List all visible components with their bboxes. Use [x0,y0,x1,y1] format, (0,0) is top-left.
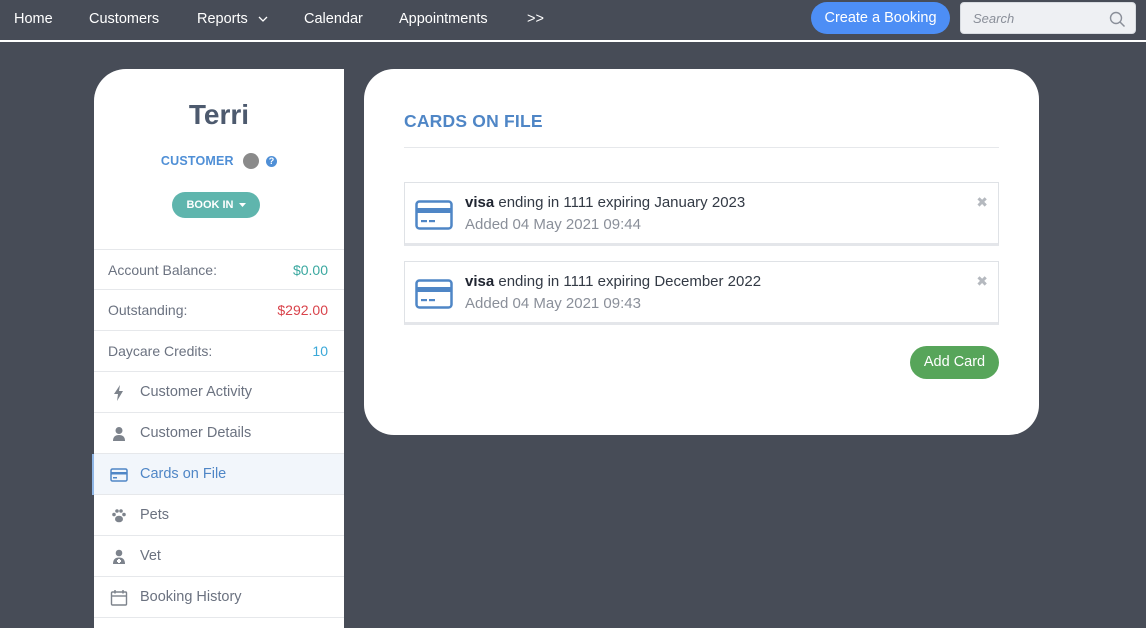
sidebar-item-vet[interactable]: Vet [94,536,344,577]
account-balance-row: Account Balance: $0.00 [94,249,344,290]
create-booking-button[interactable]: Create a Booking [811,2,950,34]
book-in-label: BOOK IN [186,199,234,211]
card-details: ending in 1111 expiring December 2022 [494,273,762,290]
card-added-date: Added 04 May 2021 09:44 [465,216,641,233]
user-icon [113,427,125,441]
search-box [960,2,1136,34]
sidebar-item-customer-activity[interactable]: Customer Activity [94,372,344,413]
nav-more[interactable]: >> [527,0,544,38]
customer-name: Terri [188,99,250,130]
title-divider [404,147,999,148]
account-balance-label: Account Balance: [108,262,217,278]
sidebar-item-booking-history[interactable]: Booking History [94,577,344,618]
chevron-down-icon [258,16,268,23]
account-balance-value: $0.00 [292,262,328,278]
outstanding-label: Outstanding: [108,302,188,318]
search-input[interactable] [961,3,1106,33]
outstanding-row: Outstanding: $292.00 [94,290,344,331]
card-list-item: visa ending in 1111 expiring December 20… [404,261,999,325]
sidebar-item-cards-on-file[interactable]: Cards on File [94,454,344,495]
customer-role-row: CUSTOMER ? [94,153,344,169]
customer-sidebar: Terri CUSTOMER ? BOOK IN Account Balance… [94,69,344,628]
caret-down-icon [238,203,246,208]
sidebar-item-label: Customer Activity [140,384,252,400]
credit-card-icon [110,468,128,482]
card-brand: visa [465,194,495,211]
card-details: ending in 1111 expiring January 2023 [494,194,746,211]
remove-card-icon[interactable]: ✖ [976,273,988,290]
card-list-item: visa ending in 1111 expiring January 202… [404,182,999,246]
credit-card-icon [415,200,453,230]
daycare-credits-row: Daycare Credits: 10 [94,331,344,372]
card-brand: visa [465,273,495,290]
add-card-button[interactable]: Add Card [910,346,999,379]
sidebar-item-label: Cards on File [140,466,227,482]
sidebar-item-label: Customer Details [140,425,252,441]
status-dot-icon [243,153,260,169]
nav-reports[interactable]: Reports [197,0,268,38]
top-nav: Home Customers Reports Calendar Appointm… [0,0,1146,42]
search-icon[interactable] [1109,11,1126,28]
card-description: visa ending in 1111 expiring January 202… [465,194,745,211]
daycare-credits-value: 10 [312,343,328,359]
card-added-date: Added 04 May 2021 09:43 [465,295,641,312]
nav-calendar[interactable]: Calendar [304,0,363,38]
sidebar-item-customer-details[interactable]: Customer Details [94,413,344,454]
outstanding-value: $292.00 [277,302,328,318]
nav-customers[interactable]: Customers [89,0,159,38]
remove-card-icon[interactable]: ✖ [976,194,988,211]
page-title: CARDS ON FILE [404,111,543,131]
cards-on-file-panel: CARDS ON FILE visa ending in 1111 expiri… [364,69,1039,435]
calendar-icon [110,590,128,606]
sidebar-item-label: Booking History [140,589,242,605]
nav-reports-label: Reports [197,11,248,27]
sidebar-item-label: Pets [140,507,170,523]
nav-home[interactable]: Home [14,0,53,38]
book-in-button[interactable]: BOOK IN [172,192,260,218]
customer-role: CUSTOMER [160,154,234,168]
credit-card-icon [415,279,453,309]
sidebar-item-label: Vet [140,548,161,564]
help-icon[interactable]: ? [266,155,278,167]
bolt-icon [114,385,123,401]
doctor-icon [113,549,125,564]
daycare-credits-label: Daycare Credits: [108,343,213,359]
nav-appointments[interactable]: Appointments [399,0,488,38]
sidebar-item-pets[interactable]: Pets [94,495,344,536]
card-description: visa ending in 1111 expiring December 20… [465,273,761,290]
active-indicator [92,454,94,495]
paw-icon [112,509,126,523]
